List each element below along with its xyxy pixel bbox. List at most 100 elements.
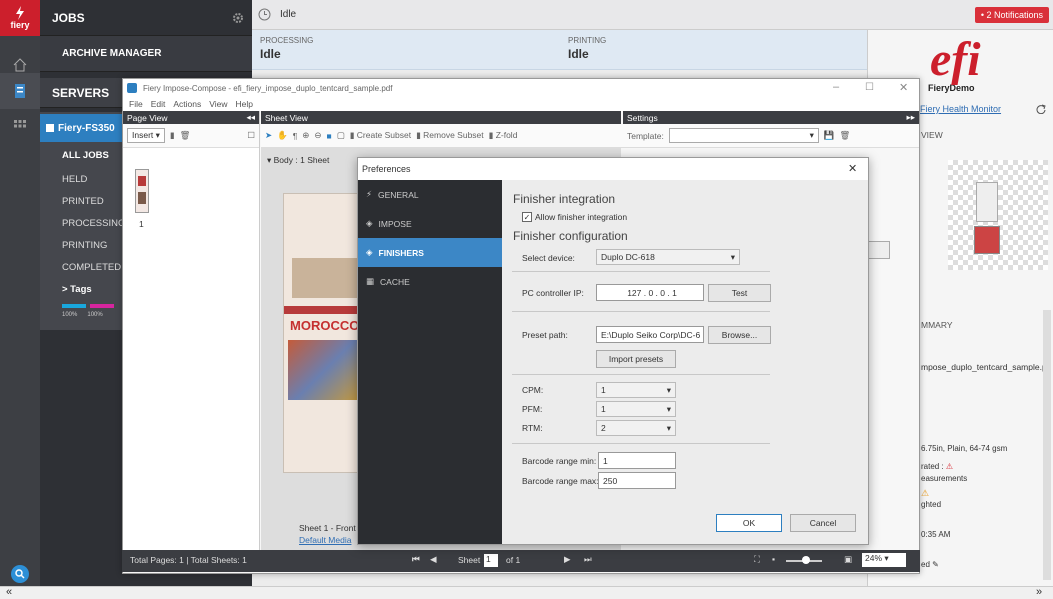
ink-bar-cyan	[62, 304, 86, 308]
zoom-dropdown[interactable]: 24% ▾	[862, 553, 906, 567]
delete-icon[interactable]: 🗑	[839, 130, 850, 141]
last-page-icon[interactable]: ⏭	[584, 554, 592, 565]
sheet-icon[interactable]: ■	[327, 131, 332, 141]
cancel-button[interactable]: Cancel	[790, 514, 856, 532]
cancel-label: Cancel	[809, 518, 837, 528]
settings-button[interactable]	[868, 241, 890, 259]
create-subset-button[interactable]: ▮ Create Subset	[350, 130, 411, 141]
cpm-dropdown[interactable]: 1 ▾	[596, 382, 676, 398]
expand-icon[interactable]: ▸▸	[906, 112, 915, 123]
pc-ip-field[interactable]: 127 . 0 . 0 . 1	[596, 284, 704, 301]
zoom-value: 24%	[865, 553, 883, 563]
divider	[512, 271, 770, 272]
fiery-logo: fiery	[0, 0, 40, 36]
bookmark-icon[interactable]: ▮	[170, 130, 175, 141]
preset-path-field[interactable]: E:\Duplo Seiko Corp\DC-6	[596, 326, 704, 343]
ghted-label: ghted	[921, 500, 942, 509]
summary-label: MMARY	[921, 320, 953, 330]
pref-tab-cache[interactable]: ▦ CACHE	[358, 267, 502, 296]
next-page-icon[interactable]: ▶	[564, 554, 571, 565]
browse-button[interactable]: Browse...	[708, 326, 771, 344]
maximize-icon[interactable]: ☐	[865, 82, 874, 93]
default-media-link[interactable]: Default Media	[299, 535, 351, 545]
barcode-max-field[interactable]: 250	[598, 472, 676, 489]
expand-right-icon[interactable]: »	[1036, 586, 1042, 598]
pref-tab-finishers[interactable]: ◈ FINISHERS	[358, 238, 502, 267]
rated-row: rated : ⚠	[921, 462, 953, 471]
right-scrollbar[interactable]	[1043, 310, 1051, 580]
rtm-dropdown[interactable]: 2 ▾	[596, 420, 676, 436]
body-sheet-label[interactable]: ▾ Body : 1 Sheet	[267, 155, 329, 166]
apps-grid-icon[interactable]	[0, 108, 40, 144]
health-monitor-link[interactable]: Fiery Health Monitor	[920, 104, 1001, 114]
rated-label: rated :	[921, 462, 944, 471]
clock-icon	[258, 8, 271, 21]
printing-value: Idle	[568, 47, 589, 61]
page-view-header: Page View ◂◂	[123, 111, 259, 124]
zoom-small-icon[interactable]: ▪	[772, 554, 775, 564]
archive-manager-item[interactable]: ARCHIVE MANAGER	[40, 36, 252, 72]
menu-actions[interactable]: Actions	[173, 99, 201, 109]
rtm-label: RTM:	[522, 423, 543, 433]
zoom-slider-handle[interactable]	[802, 556, 810, 564]
dialog-close-icon[interactable]: ✕	[848, 162, 857, 175]
insert-dropdown[interactable]: Insert ▾	[127, 128, 165, 143]
select-device-value: Duplo DC-618	[601, 252, 655, 262]
zoom-out-icon[interactable]: ⊖	[314, 130, 321, 141]
insert-label: Insert	[132, 130, 154, 140]
fit-icon[interactable]: ⛶	[754, 554, 760, 565]
menu-file[interactable]: File	[129, 99, 143, 109]
tab-label: GENERAL	[377, 189, 419, 200]
prev-page-icon[interactable]: ◀	[430, 554, 437, 565]
processing-label: PROCESSING	[260, 36, 314, 45]
zfold-button[interactable]: ▮ Z-fold	[489, 130, 518, 141]
barcode-min-field[interactable]: 1	[598, 452, 676, 469]
remove-subset-button[interactable]: ▮ Remove Subset	[416, 130, 484, 141]
sheet-number-input[interactable]: 1	[484, 554, 498, 567]
menu-edit[interactable]: Edit	[151, 99, 166, 109]
divider	[512, 443, 770, 444]
minimize-icon[interactable]: –	[833, 81, 839, 93]
new-page-icon[interactable]: ☐	[247, 130, 255, 141]
ink-level-cyan: 100%	[62, 312, 78, 318]
import-presets-button[interactable]: Import presets	[596, 350, 676, 368]
page-thumbnail[interactable]	[135, 169, 149, 213]
warning-icon: ⚠	[945, 462, 954, 471]
sheet-nav-label: Sheet	[458, 555, 481, 565]
page-view-title: Page View	[127, 112, 168, 123]
cpm-value: 1	[601, 385, 606, 395]
select-device-dropdown[interactable]: Duplo DC-618 ▾	[596, 249, 740, 265]
ok-button[interactable]: OK	[716, 514, 782, 532]
pfm-dropdown[interactable]: 1 ▾	[596, 401, 676, 417]
pen-icon[interactable]: ✎	[932, 560, 939, 569]
refresh-icon[interactable]	[1036, 104, 1046, 114]
ed-row: ed ✎	[921, 560, 939, 569]
pointer-icon[interactable]: ➤	[265, 130, 272, 141]
frame-icon[interactable]: ▢	[337, 130, 345, 141]
hand-icon[interactable]: ✋	[277, 130, 288, 141]
gear-icon[interactable]	[232, 12, 244, 24]
first-page-icon[interactable]: ⏮	[412, 554, 420, 565]
pref-tab-general[interactable]: ⚡ GENERAL	[358, 180, 502, 209]
zoom-in-icon[interactable]: ⊕	[302, 130, 309, 141]
top-status-bar: Idle • 2 Notifications	[252, 0, 1053, 30]
servers-icon[interactable]	[0, 73, 40, 109]
printing-status: PRINTING Idle	[568, 36, 606, 61]
allow-integration-checkbox[interactable]: ✓	[522, 212, 532, 222]
zoom-large-icon[interactable]: ▣	[844, 554, 852, 565]
pref-tab-impose[interactable]: ◈ IMPOSE	[358, 209, 502, 238]
collapse-left-icon[interactable]: «	[6, 586, 12, 598]
sheet-preview[interactable]: MOROCCO	[283, 193, 364, 473]
template-dropdown[interactable]: ▾	[668, 128, 819, 143]
menu-view[interactable]: View	[209, 99, 227, 109]
trash-icon[interactable]: 🗑	[180, 130, 191, 141]
menu-help[interactable]: Help	[236, 99, 253, 109]
notifications-badge[interactable]: • 2 Notifications	[974, 7, 1049, 23]
text-icon[interactable]: ¶	[293, 131, 298, 141]
page-view-toolbar: Insert ▾ ▮ 🗑 ☐	[123, 124, 259, 148]
collapse-icon[interactable]: ◂◂	[246, 112, 255, 123]
save-icon[interactable]: 💾	[824, 130, 835, 141]
close-icon[interactable]: ✕	[899, 81, 908, 94]
test-button[interactable]: Test	[708, 284, 771, 302]
job-thumbnail	[948, 160, 1048, 270]
